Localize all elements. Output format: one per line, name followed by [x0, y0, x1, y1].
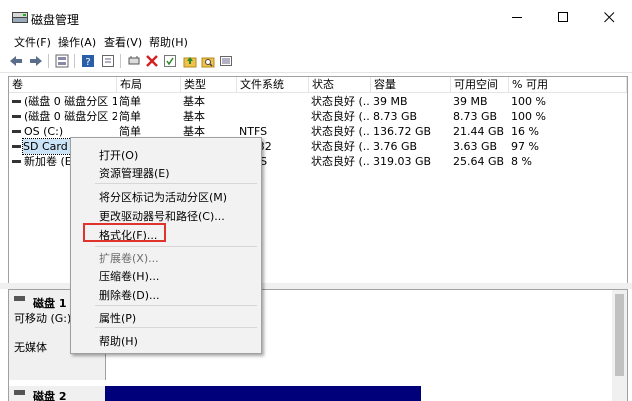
menu-item-properties[interactable]: 属性(P): [99, 310, 136, 326]
folder-up-icon: [183, 57, 197, 68]
column-header-free-space[interactable]: 可用空间: [451, 77, 509, 93]
menu-action[interactable]: 操作(A): [58, 34, 96, 50]
properties-button[interactable]: [100, 53, 116, 69]
back-arrow-icon: [10, 56, 22, 66]
column-header-layout[interactable]: 布局: [117, 77, 181, 93]
minimize-button[interactable]: [494, 0, 540, 34]
volume-icon: [12, 145, 21, 148]
column-header-volume[interactable]: 卷: [9, 77, 117, 93]
close-icon: [603, 11, 614, 22]
disk-2-label[interactable]: 磁盘 2: [9, 386, 106, 401]
volume-icon: [12, 115, 21, 118]
search-folder-button[interactable]: [200, 53, 216, 69]
context-menu: 打开(O) 资源管理器(E) 将分区标记为活动分区(M) 更改驱动器号和路径(C…: [70, 137, 262, 354]
toolbar-separator: [48, 54, 49, 68]
title-bar: 磁盘管理: [0, 0, 632, 34]
menu-separator: [95, 246, 257, 247]
check-button[interactable]: [162, 53, 178, 69]
disk-2-partition-bar[interactable]: [105, 386, 421, 401]
disk-1-name: 磁盘 1: [33, 297, 67, 310]
disk-1-media: 无媒体: [14, 341, 47, 354]
menu-item-extend-volume: 扩展卷(X)...: [99, 252, 159, 265]
disk-2-name: 磁盘 2: [33, 390, 67, 401]
menu-item-mark-active[interactable]: 将分区标记为活动分区(M): [99, 189, 227, 205]
toolbar-separator: [74, 54, 75, 68]
help-icon: ?: [82, 55, 94, 68]
menu-bar: 文件(F) 操作(A) 查看(V) 帮助(H): [0, 32, 632, 50]
help-button[interactable]: ?: [80, 53, 96, 69]
close-button[interactable]: [586, 0, 632, 34]
check-icon: [164, 55, 176, 67]
disk-management-app-icon: [12, 12, 28, 23]
menu-item-shrink-volume[interactable]: 压缩卷(H)...: [99, 268, 159, 284]
maximize-button[interactable]: [540, 0, 586, 34]
list-view-button[interactable]: [218, 53, 234, 69]
delete-button[interactable]: [144, 53, 160, 69]
vertical-scrollbar[interactable]: [612, 290, 627, 401]
column-header-type[interactable]: 类型: [181, 77, 237, 93]
forward-arrow-icon: [30, 56, 42, 66]
delete-icon: [146, 55, 158, 67]
toolbar-separator: [120, 54, 121, 68]
volume-icon: [12, 160, 21, 163]
menu-separator: [95, 183, 257, 184]
column-header-percent-free[interactable]: % 可用: [509, 77, 627, 93]
connect-icon: [128, 56, 140, 65]
back-button[interactable]: [8, 53, 24, 69]
connect-button[interactable]: [126, 53, 142, 69]
disk-1-kind: 可移动 (G:): [14, 312, 72, 325]
menu-item-explorer[interactable]: 资源管理器(E): [99, 165, 170, 181]
minimize-icon: [511, 16, 522, 18]
window-title: 磁盘管理: [31, 13, 80, 27]
disk-icon: [14, 390, 25, 395]
scrollbar-thumb[interactable]: [615, 294, 624, 376]
disk-icon: [14, 296, 25, 301]
menu-item-help[interactable]: 帮助(H): [99, 333, 138, 349]
menu-item-delete-volume[interactable]: 删除卷(D)...: [99, 287, 160, 303]
menu-separator: [95, 327, 257, 328]
table-row[interactable]: (磁盘 0 磁盘分区 1) 简单 基本 状态良好 (... 39 MB 39 M…: [9, 94, 627, 109]
search-folder-icon: [201, 57, 215, 68]
menu-item-open[interactable]: 打开(O): [99, 147, 138, 163]
menu-item-change-drive-letter[interactable]: 更改驱动器号和路径(C)...: [99, 208, 225, 224]
format-highlight-box: [83, 223, 166, 242]
column-header-capacity[interactable]: 容量: [371, 77, 451, 93]
menu-separator: [95, 305, 257, 306]
menu-file[interactable]: 文件(F): [14, 34, 51, 50]
volume-icon: [12, 100, 21, 103]
column-header-filesystem[interactable]: 文件系统: [237, 77, 309, 93]
menu-help[interactable]: 帮助(H): [149, 34, 188, 50]
forward-button[interactable]: [28, 53, 44, 69]
properties-icon: [102, 55, 114, 67]
table-row[interactable]: (磁盘 0 磁盘分区 2) 简单 基本 状态良好 (... 8.73 GB 8.…: [9, 109, 627, 124]
maximize-icon: [557, 11, 568, 22]
menu-view[interactable]: 查看(V): [104, 34, 142, 50]
column-header-status[interactable]: 状态: [309, 77, 371, 93]
folder-up-button[interactable]: [182, 53, 198, 69]
svg-text:?: ?: [85, 57, 90, 68]
disk-list-button[interactable]: [54, 53, 70, 69]
disk-list-icon: [55, 54, 69, 68]
toolbar: ?: [0, 50, 632, 73]
list-view-icon: [220, 56, 232, 66]
volume-icon: [12, 130, 21, 133]
